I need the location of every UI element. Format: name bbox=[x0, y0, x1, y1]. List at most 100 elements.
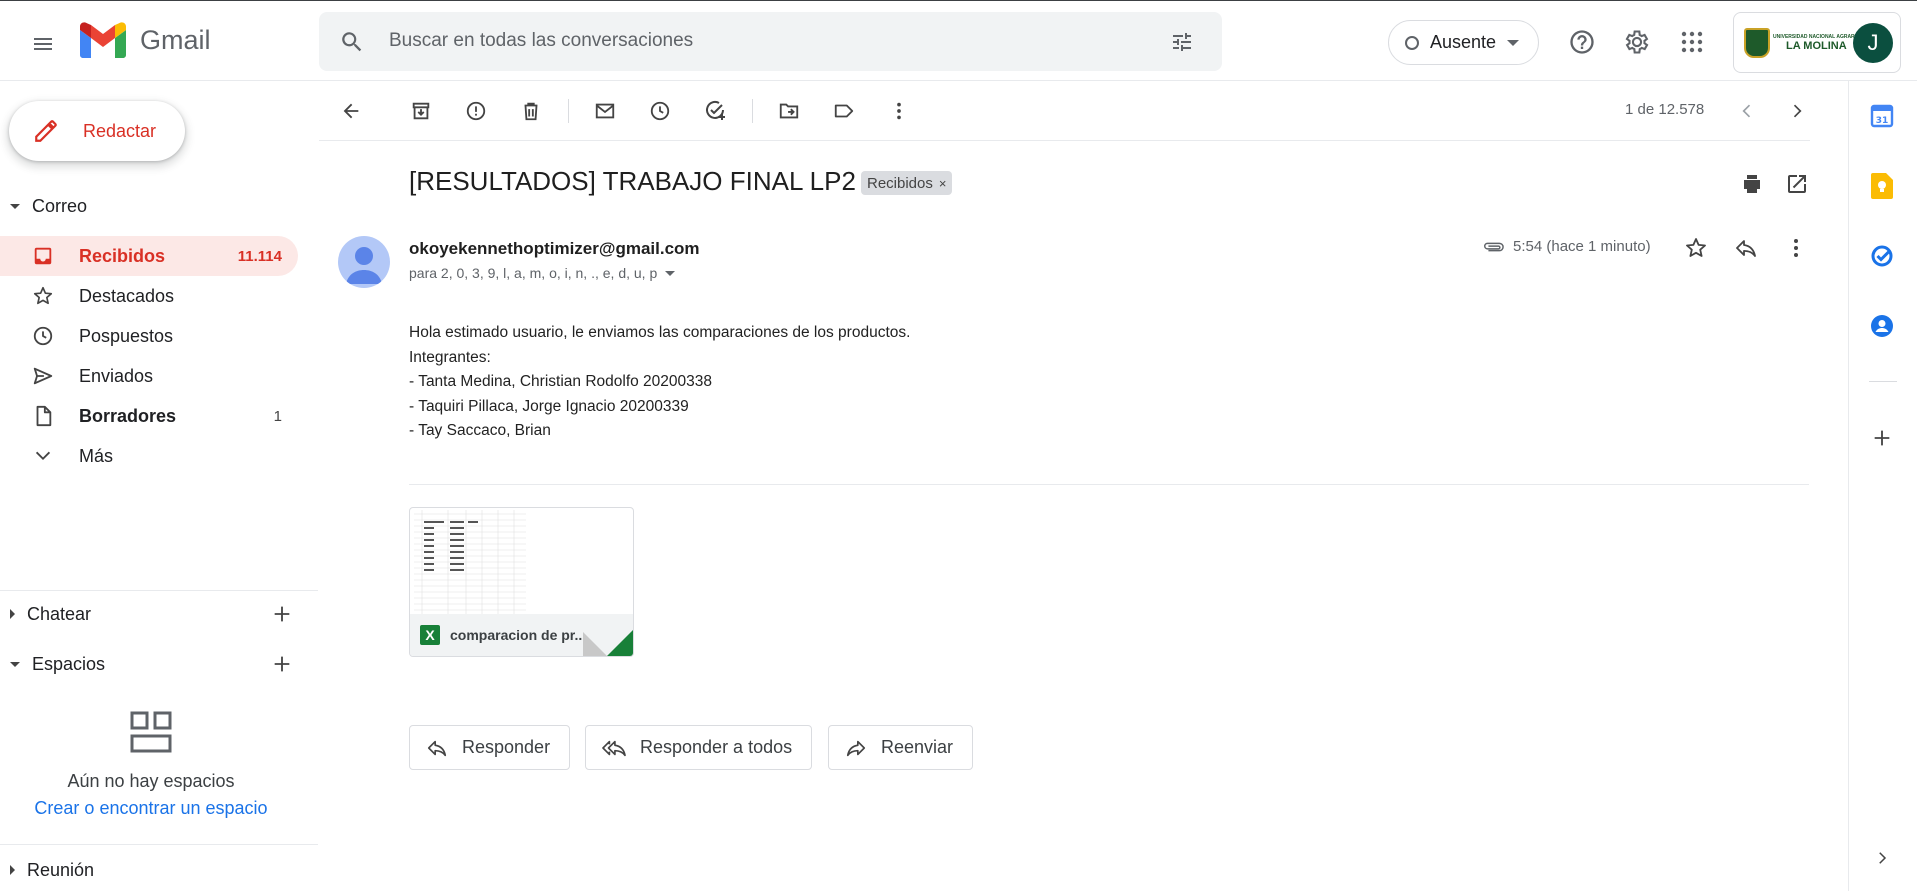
message-toolbar: 1 de 12.578 bbox=[319, 81, 1810, 141]
recipients-toggle[interactable]: para 2, 0, 3, 9, l, a, m, o, i, n, ., e,… bbox=[409, 265, 676, 281]
move-to-button[interactable] bbox=[777, 99, 801, 123]
mail-section-label: Correo bbox=[32, 195, 88, 216]
page-fold-shadow bbox=[583, 632, 607, 656]
label-chip[interactable]: Recibidos × bbox=[861, 171, 953, 195]
sidebar-item-starred[interactable]: Destacados bbox=[0, 276, 298, 316]
report-spam-button[interactable] bbox=[464, 99, 488, 123]
add-task-button[interactable] bbox=[703, 99, 727, 123]
excel-corner-icon bbox=[607, 630, 633, 656]
archive-button[interactable] bbox=[409, 99, 433, 123]
organization-logo: UNIVERSIDAD NACIONAL AGRARIA LA MOLINA bbox=[1744, 28, 1860, 58]
spaces-section-label: Espacios bbox=[32, 653, 106, 674]
settings-button[interactable] bbox=[1621, 26, 1653, 58]
gmail-logo[interactable]: Gmail bbox=[80, 22, 211, 58]
avatar[interactable]: J bbox=[1853, 23, 1893, 63]
back-button[interactable] bbox=[339, 99, 363, 123]
star-icon[interactable] bbox=[1684, 236, 1708, 260]
get-addons-button[interactable] bbox=[1867, 423, 1897, 453]
apps-grid-icon bbox=[1681, 31, 1703, 53]
spaces-section-toggle[interactable]: Espacios bbox=[0, 644, 105, 684]
main-menu-button[interactable] bbox=[25, 26, 61, 62]
sidebar-item-label: Enviados bbox=[79, 365, 154, 386]
clock-icon bbox=[31, 324, 55, 348]
status-circle-icon bbox=[1405, 35, 1419, 50]
snooze-button[interactable] bbox=[648, 99, 672, 123]
forward-label: Reenviar bbox=[881, 737, 954, 757]
older-button[interactable] bbox=[1785, 99, 1809, 123]
draft-count: 1 bbox=[273, 407, 282, 425]
inbox-icon bbox=[31, 244, 55, 268]
spaces-grid-icon bbox=[130, 711, 172, 753]
help-button[interactable] bbox=[1566, 26, 1598, 58]
email-subject: [RESULTADOS] TRABAJO FINAL LP2 bbox=[409, 166, 856, 196]
reply-button[interactable]: Responder bbox=[409, 725, 571, 770]
compose-label: Redactar bbox=[83, 120, 157, 141]
side-panel: 31 bbox=[1848, 81, 1917, 891]
reply-all-button[interactable]: Responder a todos bbox=[585, 725, 813, 770]
chat-section-toggle[interactable]: Chatear bbox=[0, 594, 91, 634]
menu-icon bbox=[34, 38, 52, 50]
star-icon bbox=[31, 284, 55, 308]
reply-all-icon bbox=[602, 737, 626, 759]
keep-app-button[interactable] bbox=[1867, 171, 1897, 201]
body-line: Integrantes: bbox=[409, 348, 491, 366]
new-space-plus-icon[interactable] bbox=[271, 653, 293, 675]
draft-icon bbox=[31, 404, 55, 428]
more-vert-icon[interactable] bbox=[1784, 236, 1808, 260]
triangle-right-icon bbox=[10, 865, 15, 875]
status-label: Ausente bbox=[1430, 32, 1497, 52]
keep-icon bbox=[1871, 173, 1893, 199]
recipients-text: para 2, 0, 3, 9, l, a, m, o, i, n, ., e,… bbox=[409, 265, 658, 281]
search-input[interactable] bbox=[389, 26, 1149, 56]
open-in-new-window-icon[interactable] bbox=[1785, 172, 1809, 196]
status-dropdown[interactable]: Ausente bbox=[1388, 20, 1539, 65]
delete-button[interactable] bbox=[519, 99, 543, 123]
more-actions-button[interactable] bbox=[887, 99, 911, 123]
sidebar-item-drafts[interactable]: Borradores 1 bbox=[0, 396, 298, 436]
archive-icon bbox=[412, 102, 430, 120]
sidebar-item-label: Destacados bbox=[79, 285, 175, 306]
remove-label-button[interactable]: × bbox=[939, 176, 947, 191]
forward-button[interactable]: Reenviar bbox=[828, 725, 974, 770]
toolbar-separator bbox=[568, 99, 569, 123]
create-space-link[interactable]: Crear o encontrar un espacio bbox=[0, 798, 302, 819]
reply-icon[interactable] bbox=[1734, 236, 1758, 260]
header: Gmail Ausente UNIVERSIDAD NACIONAL AGRAR… bbox=[0, 1, 1917, 81]
hide-side-panel-button[interactable] bbox=[1867, 843, 1897, 873]
labels-button[interactable] bbox=[832, 99, 856, 123]
sender-email[interactable]: okoyekennethoptimizer@gmail.com bbox=[409, 239, 700, 259]
plus-icon bbox=[1874, 430, 1890, 446]
sidebar-item-inbox[interactable]: Recibidos 11.114 bbox=[0, 236, 298, 276]
compose-button[interactable]: Redactar bbox=[9, 101, 185, 161]
reply-icon bbox=[426, 737, 448, 759]
search-bar[interactable] bbox=[319, 12, 1222, 71]
side-panel-divider bbox=[1869, 381, 1897, 382]
search-icon[interactable] bbox=[339, 29, 365, 55]
apps-button[interactable] bbox=[1676, 26, 1708, 58]
chevron-right-icon bbox=[1879, 852, 1887, 864]
caret-down-icon bbox=[665, 270, 676, 276]
mail-section-toggle[interactable]: Correo bbox=[0, 186, 87, 226]
triangle-down-icon bbox=[10, 661, 20, 667]
sidebar-item-more[interactable]: Más bbox=[0, 436, 298, 476]
label-icon bbox=[834, 104, 854, 118]
sidebar-item-sent[interactable]: Enviados bbox=[0, 356, 298, 396]
sidebar-item-snoozed[interactable]: Pospuestos bbox=[0, 316, 298, 356]
mark-unread-button[interactable] bbox=[593, 99, 617, 123]
search-options-icon[interactable] bbox=[1170, 30, 1194, 54]
new-chat-plus-icon[interactable] bbox=[271, 603, 293, 625]
newer-button[interactable] bbox=[1735, 99, 1759, 123]
sender-avatar[interactable] bbox=[338, 236, 390, 288]
calendar-icon: 31 bbox=[1870, 104, 1894, 128]
contacts-app-button[interactable] bbox=[1867, 311, 1897, 341]
meet-section-label: Reunión bbox=[27, 859, 95, 880]
meet-section-toggle[interactable]: Reunión bbox=[0, 850, 94, 890]
calendar-app-button[interactable]: 31 bbox=[1867, 101, 1897, 131]
print-icon[interactable] bbox=[1740, 172, 1764, 196]
spaces-empty-text: Aún no hay espacios bbox=[67, 771, 235, 791]
tasks-app-button[interactable] bbox=[1867, 241, 1897, 271]
attachment-clip-icon bbox=[1484, 242, 1504, 252]
toolbar-separator bbox=[752, 99, 753, 123]
attachment-card[interactable]: X comparacion de pr... bbox=[409, 507, 634, 657]
account-switcher[interactable]: UNIVERSIDAD NACIONAL AGRARIA LA MOLINA J bbox=[1733, 12, 1901, 73]
